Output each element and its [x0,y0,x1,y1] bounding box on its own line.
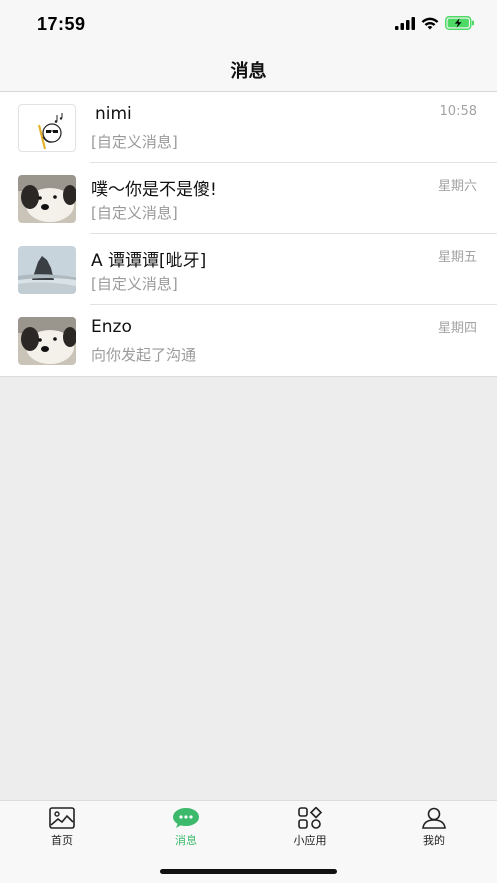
tab-label: 小应用 [293,834,327,847]
user-icon [422,807,446,829]
conversation-row[interactable]: nimi [自定义消息] 10:58 [0,92,497,163]
dog-photo-image [18,317,76,365]
sketch-avatar-image [22,109,70,150]
wifi-icon [421,17,439,29]
home-indicator [160,869,337,874]
nav-bar: 消息 [0,48,497,92]
chat-bubble-icon [173,808,199,828]
status-bar: 17:59 [0,0,497,48]
conversation-preview: 向你发起了沟通 [91,346,197,364]
battery-charging-icon [445,16,474,30]
status-time: 17:59 [37,14,86,34]
conversation-row[interactable]: Enzo 向你发起了沟通 星期四 [0,305,497,376]
conversation-name: A 谭谭谭[呲牙] [91,251,207,271]
avatar [18,317,76,365]
conversation-row[interactable]: 噗～你是不是傻! [自定义消息] 星期六 [0,163,497,234]
conversation-time: 星期六 [437,179,477,194]
image-icon [49,807,75,829]
conversation-time: 10:58 [439,104,477,119]
tab-label: 首页 [51,834,73,847]
conversation-time: 星期五 [437,250,477,265]
tab-mini-apps[interactable]: 小应用 [270,807,350,848]
conversation-time: 星期四 [437,321,477,336]
dog-photo-image [18,175,76,223]
tab-messages[interactable]: 消息 [146,807,226,848]
tab-home[interactable]: 首页 [22,807,102,848]
apps-icon [298,807,323,829]
signal-icon [395,16,415,30]
avatar [18,104,76,152]
conversation-list: nimi [自定义消息] 10:58 噗～你是不是傻! [自定义消息] 星期六 [0,92,497,377]
conversation-preview: [自定义消息] [91,133,178,151]
conversation-row[interactable]: A 谭谭谭[呲牙] [自定义消息] 星期五 [0,234,497,305]
page-title: 消息 [230,60,267,82]
avatar [18,246,76,294]
landscape-photo-image [18,246,76,294]
conversation-preview: [自定义消息] [91,204,178,222]
tab-profile[interactable]: 我的 [394,807,474,848]
status-icons [395,16,475,30]
conversation-name: nimi [95,104,132,124]
tab-label: 消息 [175,834,197,847]
conversation-name: Enzo [91,317,132,337]
conversation-name: 噗～你是不是傻! [91,180,217,200]
tab-label: 我的 [423,834,445,847]
conversation-preview: [自定义消息] [91,275,178,293]
avatar [18,175,76,223]
